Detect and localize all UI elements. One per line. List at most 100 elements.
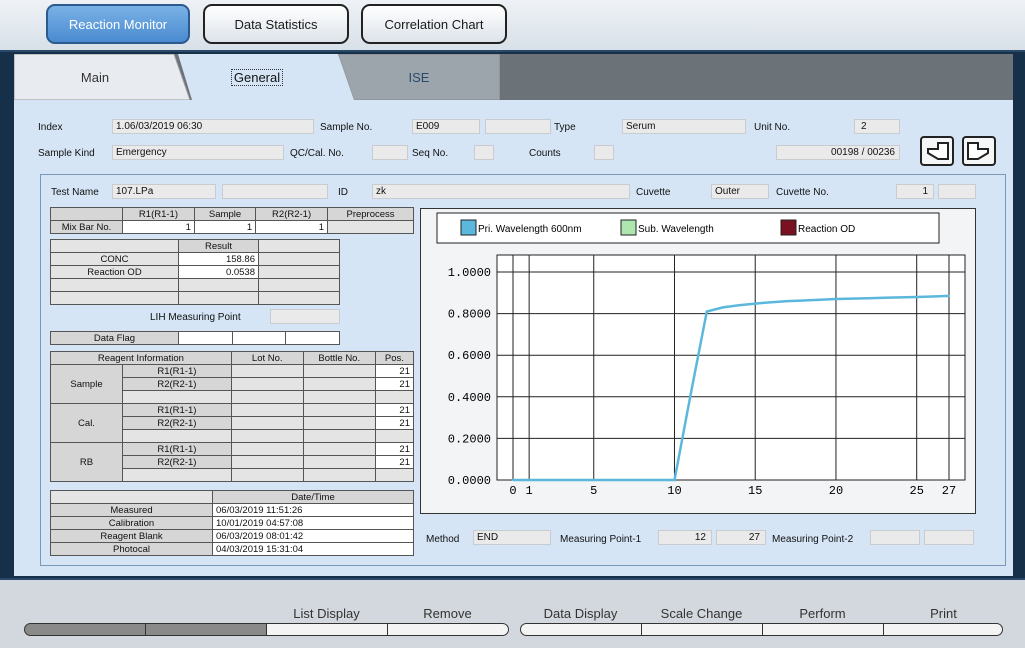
lih-label: LIH Measuring Point [150,312,241,323]
lih-field [270,309,340,324]
result-empty-cell [178,291,259,305]
x-tick-label: 25 [910,484,924,498]
remove-button[interactable]: Remove [387,606,508,621]
mix-header-preprocess: Preprocess [327,207,414,221]
sample-no-field: E009 [412,119,480,134]
reagent-lot [230,455,304,469]
tab-general[interactable]: General [192,54,322,100]
function-key-2-bar [145,623,267,636]
reagent-header-pos: Pos. [374,351,415,365]
measuring-point-1-start: 12 [658,530,712,545]
data-point [592,479,595,481]
type-label: Type [554,122,576,133]
next-record-button[interactable] [962,136,996,166]
data-point [722,306,724,309]
data-flag-cell [178,331,233,345]
data-display-button[interactable]: Data Display [520,606,641,621]
function-key-1-bar [24,623,146,636]
result-extra-conc [258,252,340,266]
datetime-label: Measured [50,503,213,517]
unit-no-label: Unit No. [754,122,791,133]
mix-value-sample: 1 [193,220,257,234]
result-value-od: 0.0538 [178,265,259,279]
reagent-bottle [302,442,376,456]
tab-ise[interactable]: ISE [354,54,484,100]
data-point [512,479,514,481]
reaction-monitor-button[interactable]: Reaction Monitor [46,4,190,44]
reagent-header-info: Reagent Information [50,351,232,365]
data-point [899,296,902,299]
reagent-spacer [230,468,304,482]
reagent-spacer [122,429,232,443]
data-point [802,299,805,302]
data-point [932,295,934,298]
counts-field [594,145,614,160]
result-header-extra [258,239,340,253]
sample-kind-label: Sample Kind [38,148,95,159]
datetime-header: Date/Time [212,490,414,504]
datetime-header-blank [50,490,213,504]
data-point [544,479,547,481]
legend-label: Reaction OD [798,224,855,235]
reagent-name: R2(R2-1) [122,377,232,391]
reagent-bottle [302,455,376,469]
cuvette-no-extra-field [938,184,976,199]
measuring-point-2-start [870,530,920,545]
id-field: zk [372,184,630,199]
legend-label: Sub. Wavelength [638,224,714,235]
x-tick-label: 0 [509,484,516,498]
datetime-value: 04/03/2019 15:31:04 [212,542,414,556]
reagent-bottle [302,416,376,430]
method-field: END [473,530,551,545]
data-point [609,479,611,481]
result-table: Result CONC 158.86 Reaction OD 0.0538 [50,239,340,305]
measuring-point-2-end [924,530,974,545]
point-left-icon [927,142,949,160]
reagent-spacer [374,468,415,482]
method-label: Method [426,534,460,545]
x-tick-label: 5 [590,484,597,498]
reagent-pos: 21 [374,403,415,417]
test-name-extra-field [222,184,328,199]
reagent-lot [230,377,304,391]
correlation-chart-button[interactable]: Correlation Chart [361,4,507,44]
legend-swatch [620,219,637,236]
y-tick-label: 0.0000 [448,474,491,488]
mix-bar-table: R1(R1-1) Sample R2(R2-1) Preprocess Mix … [50,207,414,234]
y-tick-label: 0.2000 [448,432,491,446]
scale-change-button[interactable]: Scale Change [641,606,762,621]
x-tick-label: 1 [526,484,533,498]
list-display-button[interactable]: List Display [266,606,387,621]
reagent-name: R1(R1-1) [122,442,232,456]
id-label: ID [338,187,348,198]
datetime-label: Photocal [50,542,213,556]
mix-bar-no-label: Mix Bar No. [50,220,123,234]
print-button[interactable]: Print [883,606,1004,621]
measuring-point-2-label: Measuring Point-2 [772,534,854,545]
data-point [673,479,676,481]
x-tick-label: 20 [829,484,843,498]
y-tick-label: 0.6000 [448,349,491,363]
reagent-spacer [302,468,376,482]
data-statistics-button[interactable]: Data Statistics [203,4,349,44]
mix-header-r2: R2(R2-1) [255,207,329,221]
reagent-bottle [302,377,376,391]
reagent-group-cal: Cal. [50,403,123,443]
x-tick-label: 27 [942,484,956,498]
data-point [851,297,853,300]
tab-main[interactable]: Main [34,54,156,100]
result-label-od: Reaction OD [50,265,179,279]
data-point [915,296,918,298]
counts-label: Counts [529,148,561,159]
legend-label: Pri. Wavelength 600nm [478,224,582,235]
perform-button[interactable]: Perform [762,606,883,621]
seq-no-label: Seq No. [412,148,449,159]
mix-header-r1: R1(R1-1) [122,207,195,221]
function-key-bar: List Display Remove Data Display Scale C… [0,578,1025,648]
data-point [689,393,692,396]
previous-record-button[interactable] [920,136,954,166]
reagent-name: R1(R1-1) [122,364,232,378]
reagent-name: R2(R2-1) [122,416,232,430]
plot-area [496,254,966,481]
data-point [528,479,530,481]
